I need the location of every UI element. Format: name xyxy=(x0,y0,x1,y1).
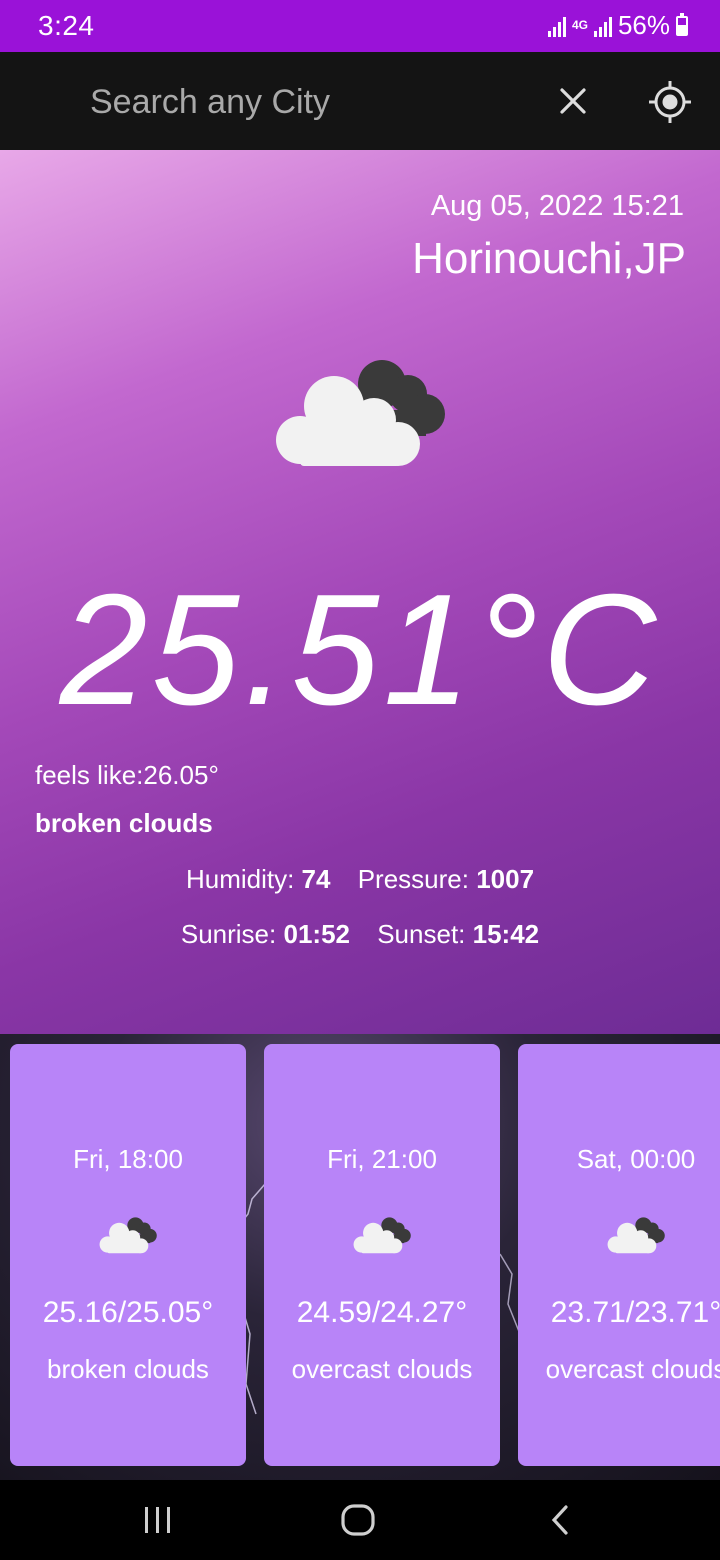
network-type: 4G xyxy=(571,18,588,32)
sunset-stat: Sunset: 15:42 xyxy=(377,919,539,950)
signal-icon-2 xyxy=(593,15,612,37)
current-datetime: Aug 05, 2022 15:21 xyxy=(430,190,684,222)
signal-icon xyxy=(547,15,566,37)
clear-search-button[interactable] xyxy=(548,76,598,126)
sunrise-value: 01:52 xyxy=(283,919,350,949)
broken-clouds-icon xyxy=(276,360,445,466)
forecast-card[interactable]: Fri, 21:00 24.59/24.27° overcast clouds xyxy=(264,1044,500,1466)
status-bar: 3:24 4G 56% xyxy=(0,0,720,52)
forecast-temp: 25.16/25.05° xyxy=(42,1296,214,1329)
sunrise-sunset-row: Sunrise: 01:52 Sunset: 15:42 xyxy=(0,919,720,950)
city-search-input[interactable] xyxy=(88,70,532,134)
humidity-stat: Humidity: 74 xyxy=(186,864,331,895)
forecast-temp: 23.71/23.71° xyxy=(550,1296,720,1329)
forecast-desc: broken clouds xyxy=(47,1354,209,1384)
forecast-card[interactable]: Sat, 00:00 23.71/23.71° overcast clouds xyxy=(518,1044,720,1466)
forecast-temp: 24.59/24.27° xyxy=(296,1296,468,1329)
overcast-clouds-icon xyxy=(353,1217,411,1254)
sunrise-label: Sunrise: xyxy=(180,919,277,949)
sunset-label: Sunset: xyxy=(377,919,466,949)
current-weather-panel: Aug 05, 2022 15:21 Horinouchi,JP 25.51°C… xyxy=(0,150,720,1034)
forecast-list[interactable]: Fri, 18:00 25.16/25.05° broken clouds Fr… xyxy=(0,1034,720,1480)
weather-description: broken clouds xyxy=(35,808,213,838)
pressure-label: Pressure: xyxy=(357,864,469,894)
system-nav-bar xyxy=(0,1480,720,1560)
status-time: 3:24 xyxy=(38,10,95,41)
forecast-time: Fri, 21:00 xyxy=(327,1144,437,1174)
forecast-card[interactable]: Fri, 18:00 25.16/25.05° broken clouds xyxy=(10,1044,246,1466)
city-name: Horinouchi,JP xyxy=(412,234,686,283)
current-temperature: 25.51°C xyxy=(59,562,661,738)
recents-button[interactable] xyxy=(128,1500,188,1540)
pressure-value: 1007 xyxy=(476,864,535,894)
pressure-stat: Pressure: 1007 xyxy=(358,864,534,895)
humidity-pressure-row: Humidity: 74 Pressure: 1007 xyxy=(0,864,720,895)
search-toolbar xyxy=(0,52,720,150)
sunset-value: 15:42 xyxy=(472,919,540,949)
home-icon xyxy=(341,1504,375,1536)
home-button[interactable] xyxy=(328,1500,388,1540)
humidity-value: 74 xyxy=(301,864,331,894)
back-button[interactable] xyxy=(530,1500,590,1540)
battery-percent: 56% xyxy=(617,10,670,40)
current-location-button[interactable] xyxy=(642,74,698,130)
forecast-desc: overcast clouds xyxy=(545,1354,720,1384)
close-icon xyxy=(560,88,586,114)
sunrise-stat: Sunrise: 01:52 xyxy=(181,919,350,950)
gps-locate-icon xyxy=(649,81,691,123)
feels-like: feels like:26.05° xyxy=(35,760,219,790)
humidity-label: Humidity: xyxy=(185,864,295,894)
forecast-desc: overcast clouds xyxy=(291,1354,473,1384)
battery-icon xyxy=(676,12,688,36)
forecast-time: Sat, 00:00 xyxy=(576,1144,696,1174)
forecast-time: Fri, 18:00 xyxy=(73,1144,183,1174)
overcast-clouds-icon xyxy=(607,1217,665,1254)
recents-icon xyxy=(145,1507,170,1533)
status-indicators: 4G 56% xyxy=(547,10,688,41)
broken-clouds-icon xyxy=(99,1217,157,1254)
back-icon xyxy=(551,1505,568,1535)
